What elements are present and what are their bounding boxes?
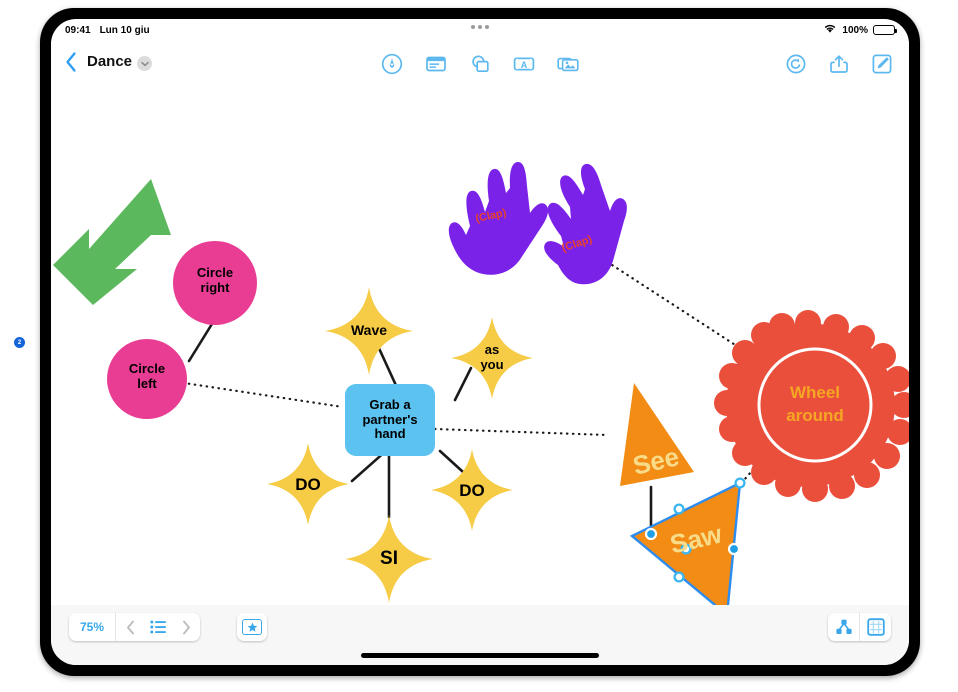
- mind-map-canvas[interactable]: Circle right Circle left (Clap) (Clap) W…: [51, 85, 909, 605]
- selection-handle: [734, 477, 746, 489]
- status-time: 09:41: [65, 24, 91, 36]
- chevron-down-icon[interactable]: [137, 56, 152, 71]
- bezel-indicator-icon: 2: [14, 337, 25, 348]
- connection-handle: [644, 527, 658, 541]
- circle-right-node: [173, 241, 257, 325]
- canvas-shapes-layer: [53, 162, 909, 605]
- selection-handle: [673, 503, 685, 515]
- compose-button[interactable]: [869, 51, 895, 77]
- grab-partner-hand-node: [345, 384, 435, 456]
- si-star-node: [345, 515, 433, 603]
- page-title[interactable]: Dance: [87, 53, 132, 70]
- format-button[interactable]: [860, 613, 891, 641]
- ellipsis-dot: [485, 25, 489, 29]
- ellipsis-dot: [478, 25, 482, 29]
- ellipsis-dot: [471, 25, 475, 29]
- markup-pen-tool[interactable]: [379, 51, 405, 77]
- right-toolbar: [783, 51, 895, 77]
- svg-text:A: A: [521, 60, 528, 70]
- battery-icon: [873, 25, 897, 35]
- navigation-bar: Dance A: [51, 41, 909, 85]
- shapes-tool[interactable]: [467, 51, 493, 77]
- bookmark-star-button[interactable]: [237, 613, 267, 641]
- selection-handle: [673, 571, 685, 583]
- window-more-icon[interactable]: [471, 25, 489, 29]
- status-bar: 09:41 Lun 10 giu 100%: [51, 19, 909, 41]
- zoom-level-button[interactable]: 75%: [69, 613, 115, 641]
- share-button[interactable]: [826, 51, 852, 77]
- ipad-screen: 09:41 Lun 10 giu 100% Dance A Circle rig…: [51, 19, 909, 665]
- connector-grab-to-see: [433, 427, 609, 437]
- table-tool[interactable]: [423, 51, 449, 77]
- home-indicator: [361, 653, 599, 658]
- undo-button[interactable]: [783, 51, 809, 77]
- text-box-tool[interactable]: A: [511, 51, 537, 77]
- status-bar-left: 09:41 Lun 10 giu: [65, 25, 150, 36]
- wheel-around-badge: [714, 310, 909, 502]
- battery-percent-label: 100%: [842, 24, 868, 36]
- zoom-and-pager-cluster: 75%: [69, 613, 201, 641]
- previous-page-button[interactable]: [116, 613, 144, 641]
- status-bar-right: 100%: [823, 23, 897, 37]
- status-date: Lun 10 giu: [99, 24, 150, 36]
- next-page-button[interactable]: [172, 613, 200, 641]
- connector-asyou-to-grab: [453, 366, 473, 402]
- do-right-star-node: [431, 449, 513, 531]
- connection-handle: [727, 542, 741, 556]
- ipad-device-frame: 09:41 Lun 10 giu 100% Dance A Circle rig…: [40, 8, 920, 676]
- page-list-button[interactable]: [144, 613, 172, 641]
- star-icon: [242, 619, 262, 635]
- back-button[interactable]: [65, 51, 77, 73]
- as-you-star-node: [451, 317, 533, 399]
- connector-circleleft-to-grab: [169, 379, 345, 409]
- bottom-toolbar: 75%: [51, 605, 909, 665]
- selection-handle: [680, 543, 692, 555]
- view-options-cluster: [828, 613, 891, 641]
- see-triangle-shape: [620, 383, 694, 486]
- battery-cap: [895, 29, 897, 33]
- do-left-star-node: [267, 443, 349, 525]
- wifi-icon: [823, 23, 837, 37]
- circle-left-node: [107, 339, 187, 419]
- organize-button[interactable]: [828, 613, 859, 641]
- clapping-hands-shape: [448, 162, 627, 285]
- green-arrow-shape: [53, 179, 171, 305]
- center-toolbar: A: [379, 51, 581, 77]
- media-tool[interactable]: [555, 51, 581, 77]
- wave-star-node: [325, 287, 413, 375]
